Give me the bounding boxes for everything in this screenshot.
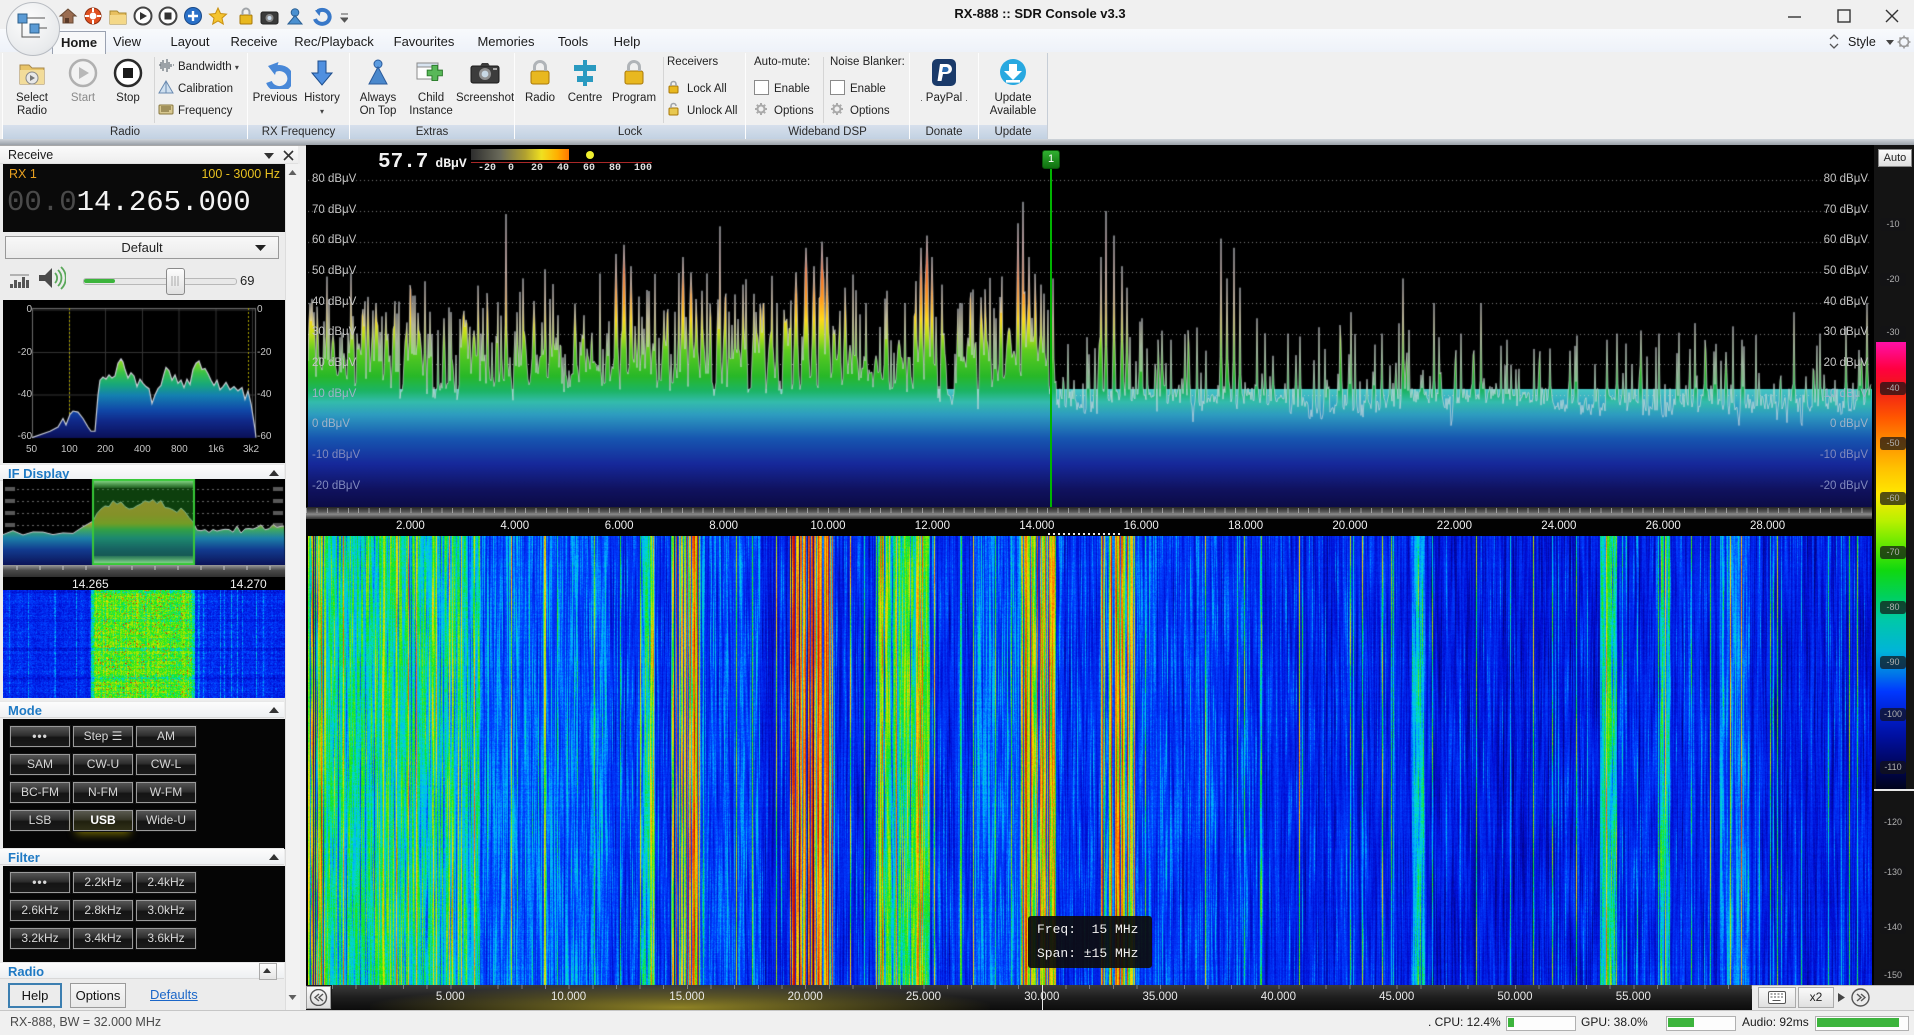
svg-text:Style: Style — [1848, 35, 1876, 49]
